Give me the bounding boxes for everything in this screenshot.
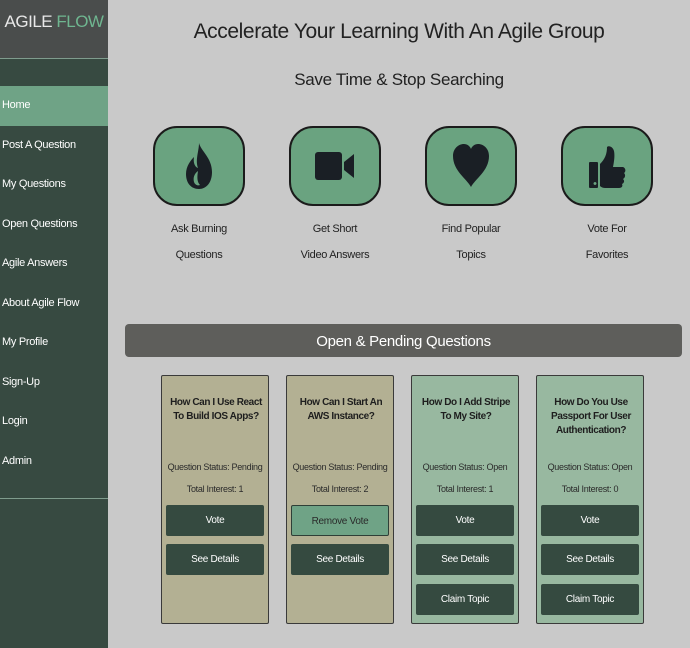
feature-label-ask: Ask Burning Questions <box>144 216 254 268</box>
question-card: How Can I Use React To Build IOS Apps? Q… <box>161 375 269 624</box>
fire-icon <box>186 143 212 189</box>
vote-button[interactable]: Vote <box>416 505 514 536</box>
section-header: Open & Pending Questions <box>125 324 682 357</box>
sidebar-nav: Home Post A Question My Questions Open Q… <box>0 86 108 481</box>
feature-video: Get Short Video Answers <box>280 126 390 268</box>
sidebar-item-login[interactable]: Login <box>0 402 108 442</box>
question-interest: Total Interest: 2 <box>311 484 369 494</box>
feature-label-line: Get Short <box>312 223 358 235</box>
feature-label-vote: Vote For Favorites <box>552 216 662 268</box>
question-card: How Do You Use Passport For User Authent… <box>536 375 644 624</box>
feature-tile-vote <box>561 126 653 206</box>
feature-label-line: Questions <box>175 249 223 261</box>
feature-topics: Find Popular Topics <box>416 126 526 268</box>
feature-tile-topics <box>425 126 517 206</box>
feature-label-line: Find Popular <box>441 223 501 235</box>
sidebar-item-admin[interactable]: Admin <box>0 442 108 482</box>
question-status: Question Status: Open <box>547 462 633 472</box>
question-title: How Can I Use React To Build IOS Apps? <box>170 397 262 422</box>
brand-logo[interactable]: AGILE FLOW <box>0 0 108 59</box>
sidebar-item-about[interactable]: About Agile Flow <box>0 284 108 324</box>
claim-topic-button[interactable]: Claim Topic <box>541 584 639 615</box>
see-details-button[interactable]: See Details <box>416 544 514 575</box>
question-card: How Do I Add Stripe To My Site? Question… <box>411 375 519 624</box>
sidebar-item-home[interactable]: Home <box>0 86 108 126</box>
feature-label-video: Get Short Video Answers <box>280 216 390 268</box>
brand-logo-part-agile: AGILE <box>4 12 53 31</box>
feature-ask: Ask Burning Questions <box>144 126 254 268</box>
sidebar-divider <box>0 498 108 499</box>
brand-logo-part-flow: FLOW <box>56 12 104 31</box>
feature-label-line: Vote For <box>587 223 627 235</box>
see-details-button[interactable]: See Details <box>166 544 264 575</box>
feature-label-line: Video Answers <box>300 249 370 261</box>
video-camera-icon <box>315 152 354 180</box>
thumbs-up-icon <box>589 146 626 188</box>
question-title: How Can I Start An AWS Instance? <box>299 397 383 422</box>
sidebar: AGILE FLOW Home Post A Question My Quest… <box>0 0 108 648</box>
feature-label-line: Favorites <box>585 249 629 261</box>
question-title: How Do I Add Stripe To My Site? <box>421 397 511 422</box>
sidebar-item-my-profile[interactable]: My Profile <box>0 323 108 363</box>
question-title: How Do You Use Passport For User Authent… <box>551 397 631 436</box>
main-content: Accelerate Your Learning With An Agile G… <box>108 0 690 648</box>
question-status: Question Status: Pending <box>292 462 388 472</box>
feature-vote: Vote For Favorites <box>552 126 662 268</box>
sidebar-item-post-question[interactable]: Post A Question <box>0 126 108 166</box>
sidebar-item-sign-up[interactable]: Sign-Up <box>0 363 108 403</box>
feature-tile-ask <box>153 126 245 206</box>
vote-button[interactable]: Vote <box>541 505 639 536</box>
heart-icon <box>453 144 489 187</box>
feature-tile-video <box>289 126 381 206</box>
question-interest: Total Interest: 1 <box>436 484 494 494</box>
vote-button[interactable]: Vote <box>166 505 264 536</box>
question-card: How Can I Start An AWS Instance? Questio… <box>286 375 394 624</box>
sidebar-item-open-questions[interactable]: Open Questions <box>0 205 108 245</box>
hero-subline: Save Time & Stop Searching <box>294 70 504 89</box>
claim-topic-button[interactable]: Claim Topic <box>416 584 514 615</box>
question-status: Question Status: Open <box>422 462 508 472</box>
feature-label-topics: Find Popular Topics <box>416 216 526 268</box>
sidebar-item-my-questions[interactable]: My Questions <box>0 165 108 205</box>
remove-vote-button[interactable]: Remove Vote <box>291 505 389 536</box>
see-details-button[interactable]: See Details <box>541 544 639 575</box>
question-interest: Total Interest: 1 <box>186 484 244 494</box>
feature-label-line: Ask Burning <box>170 223 227 235</box>
app-root: AGILE FLOW Home Post A Question My Quest… <box>0 0 690 648</box>
hero-headline: Accelerate Your Learning With An Agile G… <box>193 20 605 43</box>
question-interest: Total Interest: 0 <box>561 484 619 494</box>
see-details-button[interactable]: See Details <box>291 544 389 575</box>
feature-label-line: Topics <box>456 249 486 261</box>
sidebar-item-agile-answers[interactable]: Agile Answers <box>0 244 108 284</box>
question-status: Question Status: Pending <box>167 462 263 472</box>
